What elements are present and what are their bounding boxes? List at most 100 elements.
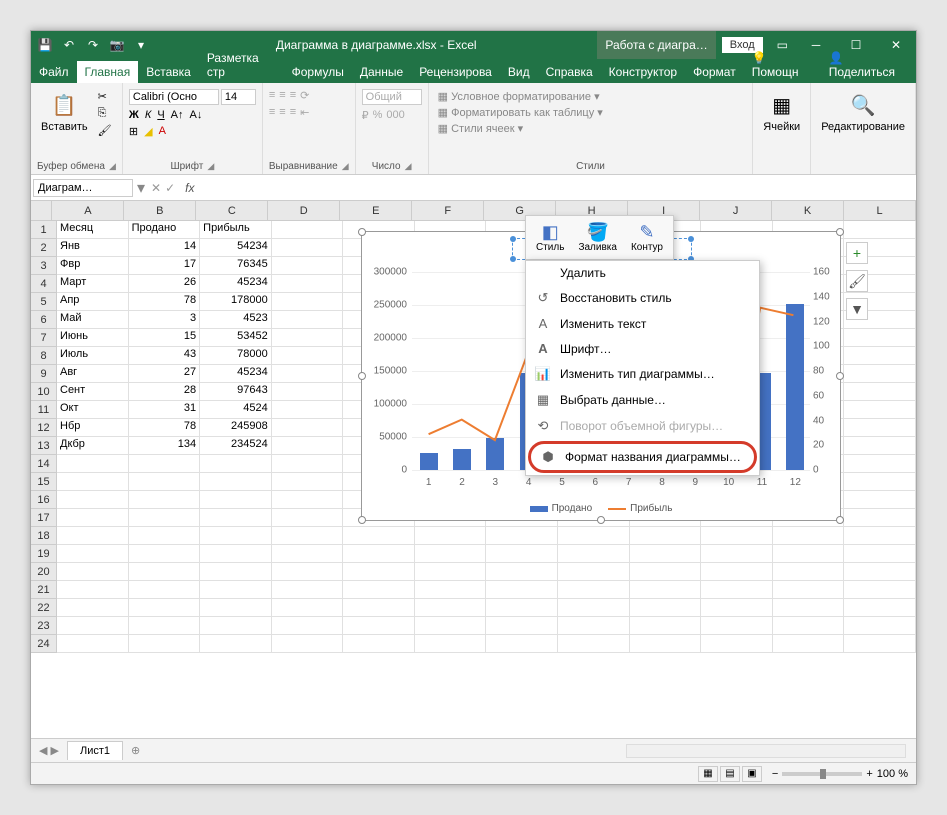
cell[interactable]: 45234 — [200, 365, 272, 383]
cell[interactable] — [415, 635, 487, 653]
cell[interactable] — [129, 581, 201, 599]
chart-styles-button[interactable]: 🖌 — [846, 270, 868, 292]
zoom-out-icon[interactable]: − — [772, 768, 778, 780]
cancel-formula-icon[interactable]: ✕ — [151, 181, 161, 195]
resize-handle[interactable] — [358, 372, 366, 380]
menu-format-chart-title[interactable]: ⬢Формат названия диаграммы… — [528, 441, 757, 473]
row-header[interactable]: 6 — [31, 311, 56, 329]
row-header[interactable]: 15 — [31, 473, 56, 491]
cell[interactable]: Июнь — [57, 329, 129, 347]
resize-handle[interactable] — [358, 228, 366, 236]
undo-icon[interactable]: ↶ — [61, 37, 77, 53]
cell[interactable] — [773, 527, 845, 545]
fx-icon[interactable]: fx — [179, 181, 200, 195]
align-top-icon[interactable]: ≡ — [269, 89, 275, 102]
row-header[interactable]: 2 — [31, 239, 56, 257]
cell[interactable]: Сент — [57, 383, 129, 401]
cell[interactable] — [773, 635, 845, 653]
cell[interactable]: Апр — [57, 293, 129, 311]
cell[interactable] — [773, 563, 845, 581]
tab-tellme[interactable]: 💡 Помощн — [744, 47, 821, 83]
cell[interactable] — [558, 617, 630, 635]
cell[interactable] — [129, 509, 201, 527]
cell[interactable] — [486, 581, 558, 599]
align-launcher-icon[interactable]: ◢ — [342, 161, 349, 172]
cell[interactable] — [272, 311, 344, 329]
cell[interactable]: Май — [57, 311, 129, 329]
select-all-corner[interactable] — [31, 201, 52, 220]
cell[interactable] — [272, 509, 344, 527]
cell[interactable] — [343, 581, 415, 599]
font-size-select[interactable]: 14 — [221, 89, 256, 105]
cell[interactable] — [200, 617, 272, 635]
resize-handle[interactable] — [597, 516, 605, 524]
cell[interactable] — [630, 617, 702, 635]
cell[interactable] — [844, 437, 916, 455]
increase-font-icon[interactable]: A↑ — [171, 109, 184, 121]
qat-dropdown-icon[interactable]: ▾ — [133, 37, 149, 53]
paste-button[interactable]: 📋 Вставить — [37, 89, 92, 135]
align-center-icon[interactable]: ≡ — [279, 106, 285, 119]
column-header[interactable]: E — [340, 201, 412, 220]
cell[interactable]: 3 — [129, 311, 201, 329]
cell[interactable] — [701, 635, 773, 653]
cell[interactable] — [844, 473, 916, 491]
worksheet-grid[interactable]: ABCDEFGHIJKL 123456789101112131415161718… — [31, 201, 916, 738]
cell[interactable] — [272, 419, 344, 437]
cell[interactable]: Прибыль — [200, 221, 272, 239]
cell[interactable] — [272, 221, 344, 239]
share-button[interactable]: 👤 Поделиться — [821, 47, 916, 83]
cells-button[interactable]: ▦Ячейки — [759, 89, 804, 135]
cell[interactable] — [844, 599, 916, 617]
cell[interactable] — [129, 635, 201, 653]
cell[interactable] — [486, 635, 558, 653]
cell[interactable] — [200, 509, 272, 527]
cell[interactable] — [200, 455, 272, 473]
cell[interactable] — [57, 635, 129, 653]
row-header[interactable]: 17 — [31, 509, 56, 527]
editing-button[interactable]: 🔍Редактирование — [817, 89, 909, 135]
cell[interactable] — [57, 581, 129, 599]
cell[interactable] — [200, 527, 272, 545]
namebox-dropdown-icon[interactable]: ▾ — [135, 178, 147, 198]
chart-filters-button[interactable]: ▼ — [846, 298, 868, 320]
cell[interactable] — [200, 563, 272, 581]
row-header[interactable]: 1 — [31, 221, 56, 239]
cell[interactable]: 178000 — [200, 293, 272, 311]
cell[interactable] — [630, 581, 702, 599]
cell[interactable]: Дкбр — [57, 437, 129, 455]
cell[interactable] — [272, 329, 344, 347]
cell[interactable] — [57, 563, 129, 581]
underline-button[interactable]: Ч — [157, 109, 164, 121]
cell[interactable]: 45234 — [200, 275, 272, 293]
align-left-icon[interactable]: ≡ — [269, 106, 275, 119]
cell[interactable] — [773, 617, 845, 635]
sheet-nav-icons[interactable]: ◀ ▶ — [31, 744, 67, 757]
cell[interactable]: 14 — [129, 239, 201, 257]
italic-button[interactable]: К — [145, 109, 151, 121]
cell[interactable] — [415, 563, 487, 581]
cell[interactable] — [415, 527, 487, 545]
column-header[interactable]: C — [196, 201, 268, 220]
cell[interactable] — [272, 257, 344, 275]
row-header[interactable]: 12 — [31, 419, 56, 437]
row-header[interactable]: 22 — [31, 599, 56, 617]
cell[interactable] — [57, 617, 129, 635]
cell[interactable] — [630, 545, 702, 563]
cell[interactable] — [773, 545, 845, 563]
cell[interactable] — [844, 329, 916, 347]
cut-icon[interactable]: ✂ — [96, 89, 109, 104]
cell[interactable] — [57, 527, 129, 545]
number-format-select[interactable]: Общий — [362, 89, 422, 105]
cell[interactable] — [844, 635, 916, 653]
cell[interactable] — [129, 599, 201, 617]
cell[interactable] — [415, 581, 487, 599]
orient-icon[interactable]: ⟳ — [300, 89, 309, 102]
cell[interactable] — [844, 563, 916, 581]
cell[interactable]: 134 — [129, 437, 201, 455]
cell[interactable] — [558, 563, 630, 581]
tab-help[interactable]: Справка — [538, 61, 601, 83]
bold-button[interactable]: Ж — [129, 109, 139, 121]
cell[interactable]: 245908 — [200, 419, 272, 437]
cell[interactable] — [701, 545, 773, 563]
